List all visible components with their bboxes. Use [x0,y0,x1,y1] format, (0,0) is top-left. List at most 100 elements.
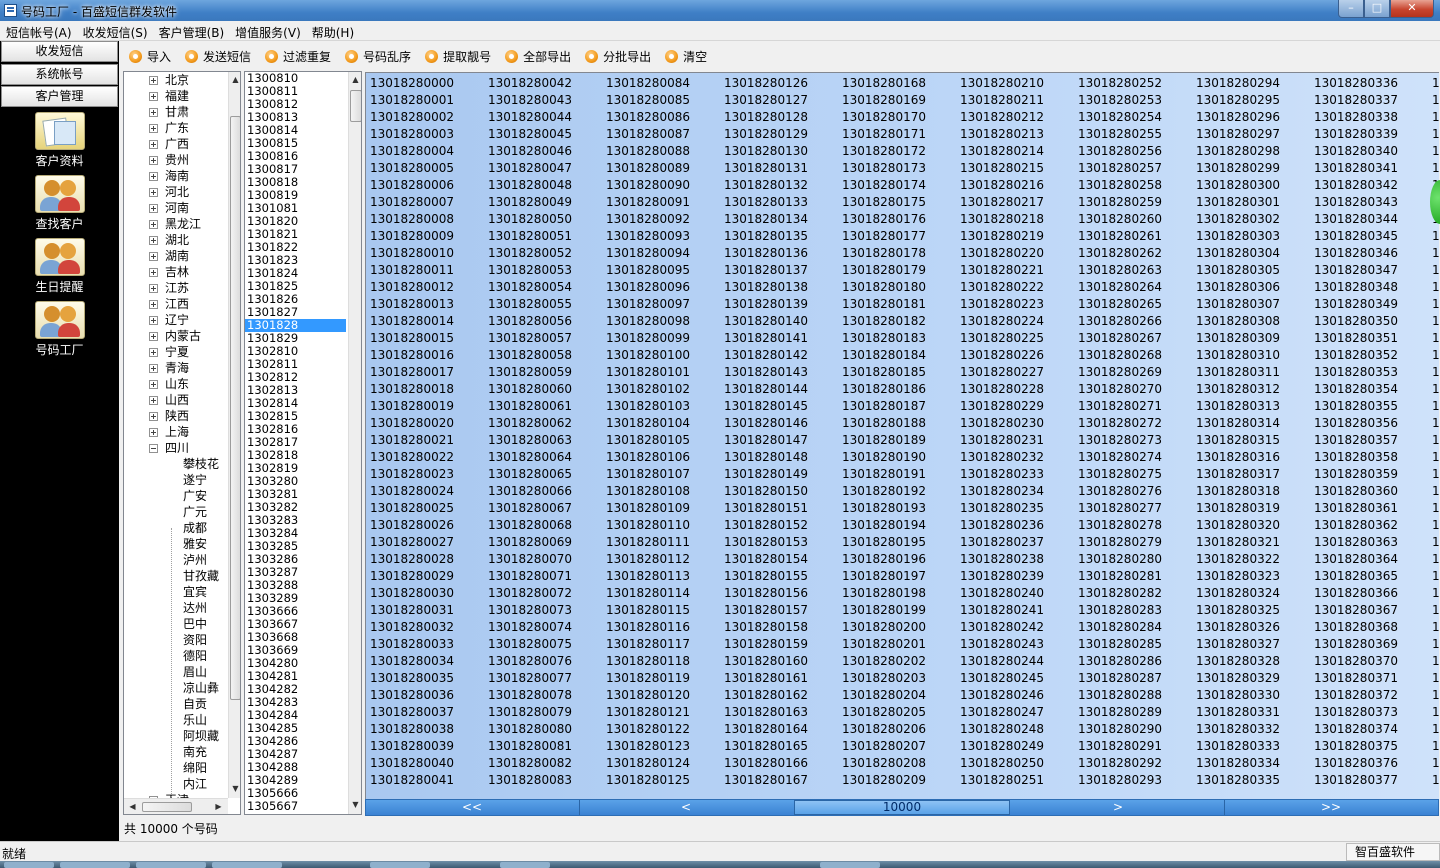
number-cell-partial[interactable]: 1 [1432,160,1439,177]
tree-province[interactable]: 青海 [124,360,228,376]
number-cell[interactable]: 13018280371 [1314,670,1398,687]
number-cell[interactable]: 13018280186 [842,381,926,398]
number-cell[interactable]: 13018280054 [488,279,572,296]
number-cell[interactable]: 13018280037 [370,704,454,721]
tree-province[interactable]: 江苏 [124,280,228,296]
number-cell-partial[interactable]: 1 [1432,568,1439,585]
number-cell[interactable]: 13018280126 [724,75,808,92]
number-cell[interactable]: 13018280357 [1314,432,1398,449]
number-cell[interactable]: 13018280272 [1078,415,1162,432]
number-cell[interactable]: 13018280261 [1078,228,1162,245]
number-cell[interactable]: 13018280301 [1196,194,1280,211]
number-cell[interactable]: 13018280040 [370,755,454,772]
number-cell[interactable]: 13018280367 [1314,602,1398,619]
number-cell[interactable]: 13018280057 [488,330,572,347]
number-cell[interactable]: 13018280276 [1078,483,1162,500]
number-cell[interactable]: 13018280073 [488,602,572,619]
number-cell[interactable]: 13018280256 [1078,143,1162,160]
close-button[interactable]: ✕ [1390,0,1434,18]
number-cell[interactable]: 13018280025 [370,500,454,517]
number-cell[interactable]: 13018280190 [842,449,926,466]
menu-help[interactable]: 帮助(H) [306,21,359,41]
number-cell[interactable]: 13018280003 [370,126,454,143]
number-cell-partial[interactable]: 1 [1432,279,1439,296]
tree-city[interactable]: 遂宁 [124,472,228,488]
number-cell[interactable]: 13018280051 [488,228,572,245]
number-cell[interactable]: 13018280344 [1314,211,1398,228]
number-cell-partial[interactable]: 1 [1432,432,1439,449]
number-cell[interactable]: 13018280229 [960,398,1044,415]
nav-item-customer-profile[interactable]: 客户资料 [0,112,119,170]
number-cell-partial[interactable]: 1 [1432,449,1439,466]
number-cell[interactable]: 13018280046 [488,143,572,160]
number-cell[interactable]: 13018280124 [606,755,690,772]
number-cell[interactable]: 13018280097 [606,296,690,313]
number-cell[interactable]: 13018280368 [1314,619,1398,636]
number-cell[interactable]: 13018280271 [1078,398,1162,415]
number-cell[interactable]: 13018280316 [1196,449,1280,466]
number-cell[interactable]: 13018280214 [960,143,1044,160]
number-cell[interactable]: 13018280156 [724,585,808,602]
number-cell[interactable]: 13018280103 [606,398,690,415]
number-cell[interactable]: 13018280354 [1314,381,1398,398]
number-cell[interactable]: 13018280352 [1314,347,1398,364]
number-cell-partial[interactable]: 1 [1432,483,1439,500]
number-cell[interactable]: 13018280210 [960,75,1044,92]
number-cell[interactable]: 13018280282 [1078,585,1162,602]
number-cell[interactable]: 13018280172 [842,143,926,160]
number-cell[interactable]: 13018280304 [1196,245,1280,262]
tree-city[interactable]: 泸州 [124,552,228,568]
number-cell[interactable]: 13018280074 [488,619,572,636]
number-cell[interactable]: 13018280227 [960,364,1044,381]
number-cell[interactable]: 13018280364 [1314,551,1398,568]
number-cell[interactable]: 13018280292 [1078,755,1162,772]
number-cell[interactable]: 13018280027 [370,534,454,551]
number-cell[interactable]: 13018280180 [842,279,926,296]
number-cell[interactable]: 13018280154 [724,551,808,568]
send-sms-button[interactable]: 发送短信 [177,45,251,67]
number-cell[interactable]: 13018280176 [842,211,926,228]
expand-icon[interactable] [149,156,158,165]
number-cell[interactable]: 13018280161 [724,670,808,687]
number-cell[interactable]: 13018280310 [1196,347,1280,364]
number-cell[interactable]: 13018280031 [370,602,454,619]
number-cell[interactable]: 13018280317 [1196,466,1280,483]
number-cell[interactable]: 13018280377 [1314,772,1398,789]
number-cell[interactable]: 13018280322 [1196,551,1280,568]
number-cell[interactable]: 13018280286 [1078,653,1162,670]
number-cell[interactable]: 13018280254 [1078,109,1162,126]
number-cell[interactable]: 13018280102 [606,381,690,398]
number-cell[interactable]: 13018280116 [606,619,690,636]
expand-icon[interactable] [149,124,158,133]
number-cell[interactable]: 13018280158 [724,619,808,636]
number-cell-partial[interactable]: 1 [1432,500,1439,517]
number-cell[interactable]: 13018280049 [488,194,572,211]
number-cell[interactable]: 13018280123 [606,738,690,755]
number-cell[interactable]: 13018280241 [960,602,1044,619]
number-cell[interactable]: 13018280245 [960,670,1044,687]
number-cell[interactable]: 13018280044 [488,109,572,126]
number-cell[interactable]: 13018280011 [370,262,454,279]
number-cell[interactable]: 13018280328 [1196,653,1280,670]
number-cell[interactable]: 13018280215 [960,160,1044,177]
number-cell[interactable]: 13018280120 [606,687,690,704]
number-cell[interactable]: 13018280230 [960,415,1044,432]
expand-icon[interactable] [149,428,158,437]
number-cell[interactable]: 13018280079 [488,704,572,721]
tree-city[interactable]: 成都 [124,520,228,536]
tree-province[interactable]: 辽宁 [124,312,228,328]
number-cell[interactable]: 13018280061 [488,398,572,415]
number-cell[interactable]: 13018280239 [960,568,1044,585]
number-cell[interactable]: 13018280110 [606,517,690,534]
number-cell[interactable]: 13018280268 [1078,347,1162,364]
expand-icon[interactable] [149,316,158,325]
number-cell[interactable]: 13018280164 [724,721,808,738]
number-cell[interactable]: 13018280020 [370,415,454,432]
expand-icon[interactable] [149,108,158,117]
tree-province[interactable]: 河南 [124,200,228,216]
number-cell[interactable]: 13018280055 [488,296,572,313]
number-cell[interactable]: 13018280047 [488,160,572,177]
number-cell[interactable]: 13018280045 [488,126,572,143]
number-cell[interactable]: 13018280356 [1314,415,1398,432]
maximize-button[interactable]: □ [1364,0,1390,18]
